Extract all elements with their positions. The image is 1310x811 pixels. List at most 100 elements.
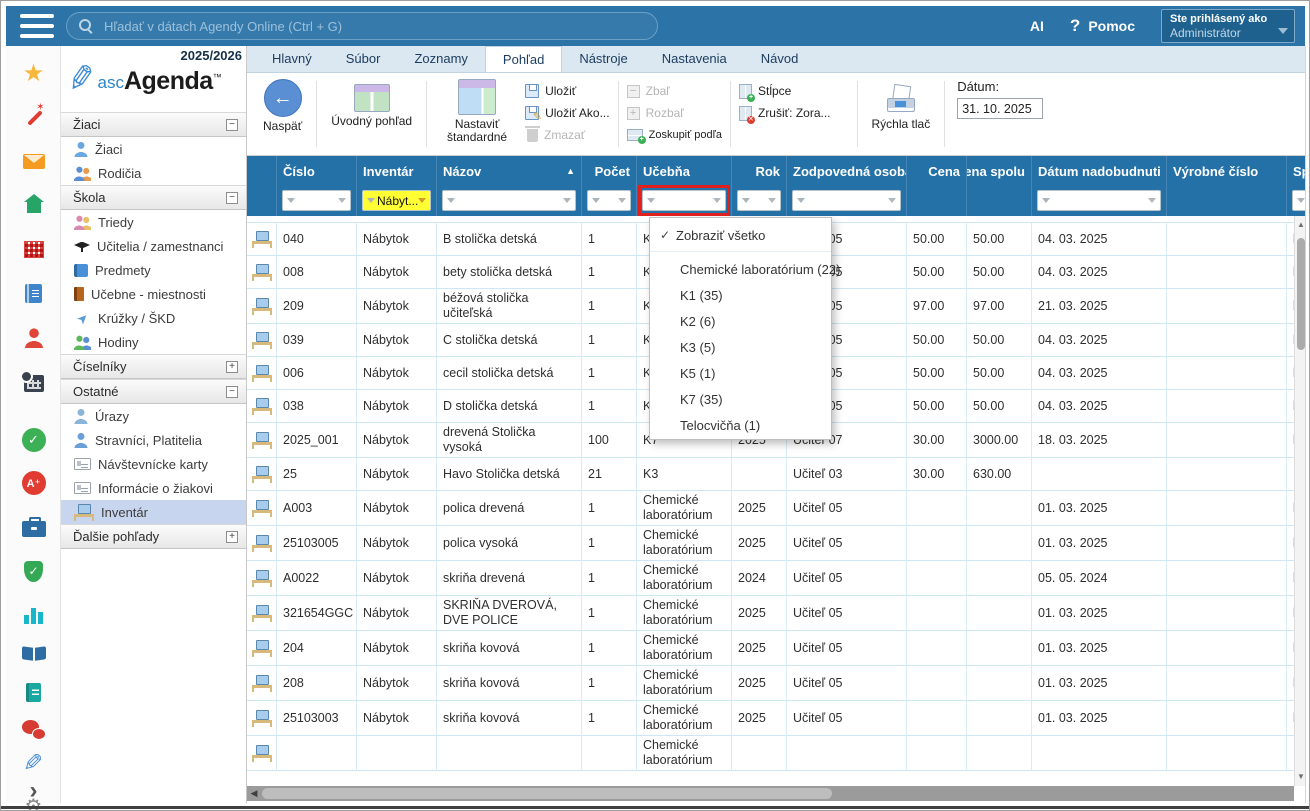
user-menu[interactable]: Ste prihlásený ako Administrátor bbox=[1161, 9, 1295, 43]
filter-box-cislo[interactable] bbox=[282, 190, 351, 211]
column-header-cena_spolu[interactable]: Cena spolu bbox=[967, 156, 1032, 187]
sidebar-tool-briefcase[interactable] bbox=[6, 512, 61, 542]
sidebar-tool-attendance[interactable]: ✓ bbox=[6, 425, 61, 455]
sidebar-section-ostatn-[interactable]: Ostatné− bbox=[61, 379, 246, 404]
sidebar-item-invent-r[interactable]: Inventár bbox=[61, 500, 246, 524]
filter-box-sposob[interactable] bbox=[1292, 190, 1305, 211]
column-header-rok[interactable]: Rok bbox=[732, 156, 787, 187]
table-row[interactable]: Chemické laboratórium bbox=[247, 736, 1294, 771]
app-logo[interactable]: ✎ asc Agenda ™ bbox=[67, 64, 222, 94]
dropdown-item-k7-35-[interactable]: K7 (35) bbox=[650, 386, 831, 412]
horizontal-scroll-thumb[interactable] bbox=[262, 788, 832, 799]
menu-hlavn-[interactable]: Hlavný bbox=[255, 46, 329, 72]
column-header-osoba[interactable]: Zodpovedná osoba bbox=[787, 156, 907, 187]
column-header-datum[interactable]: Dátum nadobudnuti bbox=[1032, 156, 1167, 187]
sidebar-item-hodiny[interactable]: Hodiny bbox=[61, 330, 246, 354]
menu-n-vod[interactable]: Návod bbox=[744, 46, 816, 72]
sidebar-tool-statistics[interactable] bbox=[6, 600, 61, 630]
column-header-inventar[interactable]: Inventár bbox=[357, 156, 437, 187]
column-header-cislo[interactable]: Číslo bbox=[277, 156, 357, 187]
column-header-icon[interactable] bbox=[247, 156, 277, 187]
filter-box-pocet[interactable] bbox=[587, 190, 631, 211]
horizontal-scrollbar[interactable]: ◀ bbox=[247, 786, 1294, 801]
sidebar-section--kola[interactable]: Škola− bbox=[61, 185, 246, 210]
table-row[interactable]: 208Nábytokskriňa kovová1Chemické laborat… bbox=[247, 666, 1294, 701]
dropdown-item-chemick-laborat-rium-22-[interactable]: Chemické laboratórium (22) bbox=[650, 256, 831, 282]
search-input[interactable] bbox=[102, 18, 645, 35]
menu-nastavenia[interactable]: Nastavenia bbox=[645, 46, 744, 72]
delete-button[interactable]: Zmazať bbox=[525, 125, 610, 145]
sidebar-tool-calendar[interactable] bbox=[6, 368, 61, 398]
sidebar-section--al-ie-poh-ady[interactable]: Ďalšie pohľady+ bbox=[61, 524, 246, 549]
dropdown-item-k1-35-[interactable]: K1 (35) bbox=[650, 282, 831, 308]
expand-icon[interactable]: + bbox=[226, 531, 238, 543]
column-header-pocet[interactable]: Počet bbox=[582, 156, 637, 187]
dropdown-item-show-all[interactable]: ✓Zobraziť všetko bbox=[650, 222, 831, 248]
sidebar-tool-messages[interactable] bbox=[6, 146, 61, 176]
filter-box-datum[interactable] bbox=[1037, 190, 1161, 211]
filter-box-inventar[interactable]: Nábyt... bbox=[362, 190, 431, 211]
save-as-button[interactable]: Uložiť Ako... bbox=[525, 103, 610, 123]
group-by-button[interactable]: + Zoskupiť podľa bbox=[627, 125, 722, 145]
sidebar-tool-persons[interactable] bbox=[6, 323, 61, 353]
sidebar-item-triedy[interactable]: Triedy bbox=[61, 210, 246, 234]
cancel-sort-button[interactable]: ✕ Zrušiť: Zora... bbox=[739, 103, 831, 123]
help-button[interactable]: ? Pomoc bbox=[1070, 16, 1135, 36]
menu-s-bor[interactable]: Súbor bbox=[329, 46, 398, 72]
sidebar-item-predmety[interactable]: Predmety bbox=[61, 258, 246, 282]
sidebar-tool-grades[interactable]: A⁺ bbox=[6, 468, 61, 498]
sidebar-tool-wizard[interactable] bbox=[6, 102, 61, 132]
dropdown-item-k2-6-[interactable]: K2 (6) bbox=[650, 308, 831, 334]
sidebar-section--iaci[interactable]: Žiaci− bbox=[61, 112, 246, 137]
menu-zoznamy[interactable]: Zoznamy bbox=[397, 46, 484, 72]
table-row[interactable]: A003Nábytokpolica drevená1Chemické labor… bbox=[247, 491, 1294, 526]
hamburger-menu-icon[interactable] bbox=[20, 14, 54, 38]
ai-button[interactable]: AI bbox=[1030, 18, 1044, 34]
scroll-left-icon[interactable]: ◀ bbox=[247, 788, 261, 799]
sidebar-item-kr-ky-kd[interactable]: ➤Krúžky / ŠKD bbox=[61, 306, 246, 330]
collapse-icon[interactable]: − bbox=[226, 192, 238, 204]
sidebar-item-u-ebne-miestnosti[interactable]: Učebne - miestnosti bbox=[61, 282, 246, 306]
sidebar-section--seln-ky[interactable]: Číselníky+ bbox=[61, 354, 246, 379]
sidebar-tool-school[interactable] bbox=[6, 190, 61, 220]
sidebar-item-inform-cie-o-iakovi[interactable]: Informácie o žiakovi bbox=[61, 476, 246, 500]
sidebar-tool-favorites[interactable]: ★ bbox=[6, 59, 61, 89]
dropdown-item-telocvi-a-1-[interactable]: Telocvičňa (1) bbox=[650, 412, 831, 438]
filter-box-rok[interactable] bbox=[737, 190, 781, 211]
sidebar-item-stravn-ci-platitelia[interactable]: Stravníci, Platitelia bbox=[61, 428, 246, 452]
menu-n-stroje[interactable]: Nástroje bbox=[562, 46, 644, 72]
filter-box-nazov[interactable] bbox=[442, 190, 576, 211]
sidebar-item--iaci[interactable]: Žiaci bbox=[61, 137, 246, 161]
table-row[interactable]: 25103005Nábytokpolica vysoká1Chemické la… bbox=[247, 526, 1294, 561]
table-row[interactable]: 321654GGCNábytokSKRIŇA DVEROVÁ, DVE POLI… bbox=[247, 596, 1294, 631]
dropdown-item-k5-1-[interactable]: K5 (1) bbox=[650, 360, 831, 386]
column-header-cena[interactable]: Cena bbox=[907, 156, 967, 187]
back-button[interactable]: ← Naspäť bbox=[257, 79, 308, 133]
collapse-icon[interactable]: − bbox=[226, 119, 238, 131]
filter-box-osoba[interactable] bbox=[792, 190, 901, 211]
filter-box-ucebna[interactable] bbox=[642, 190, 726, 211]
column-header-vyrobne[interactable]: Výrobné číslo bbox=[1167, 156, 1287, 187]
collapse-icon[interactable]: − bbox=[226, 386, 238, 398]
sidebar-item--razy[interactable]: Úrazy bbox=[61, 404, 246, 428]
home-view-button[interactable]: Úvodný pohľad bbox=[325, 79, 418, 128]
sidebar-item-u-itelia-zamestnanci[interactable]: Učitelia / zamestnanci bbox=[61, 234, 246, 258]
sidebar-tool-security[interactable]: ✓ bbox=[6, 556, 61, 586]
dropdown-item-k3-5-[interactable]: K3 (5) bbox=[650, 334, 831, 360]
expand-button[interactable]: + Rozbaľ bbox=[627, 103, 722, 123]
menu-poh-ad[interactable]: Pohľad bbox=[485, 46, 562, 72]
save-button[interactable]: Uložiť bbox=[525, 81, 610, 101]
table-row[interactable]: A0022Nábytokskriňa drevená1Chemické labo… bbox=[247, 561, 1294, 596]
sidebar-tool-agenda-pencil[interactable]: ✎ bbox=[6, 749, 61, 779]
table-row[interactable]: 25NábytokHavo Stolička detská21K3Učiteľ … bbox=[247, 458, 1294, 491]
table-row[interactable]: 25103003Nábytokskriňa kovová1Chemické la… bbox=[247, 701, 1294, 736]
columns-button[interactable]: + Stĺpce bbox=[739, 81, 831, 101]
table-row[interactable]: 204Nábytokskriňa kovová1Chemické laborat… bbox=[247, 631, 1294, 666]
sidebar-item-rodi-ia[interactable]: Rodičia bbox=[61, 161, 246, 185]
column-header-sposob[interactable]: Spôsob bbox=[1287, 156, 1305, 187]
sidebar-tool-library[interactable] bbox=[6, 638, 61, 668]
sidebar-tool-chat[interactable] bbox=[6, 715, 61, 745]
column-header-ucebna[interactable]: Učebňa bbox=[637, 156, 732, 187]
column-header-nazov[interactable]: Názov▲ bbox=[437, 156, 582, 187]
sidebar-tool-timetable[interactable] bbox=[6, 234, 61, 264]
